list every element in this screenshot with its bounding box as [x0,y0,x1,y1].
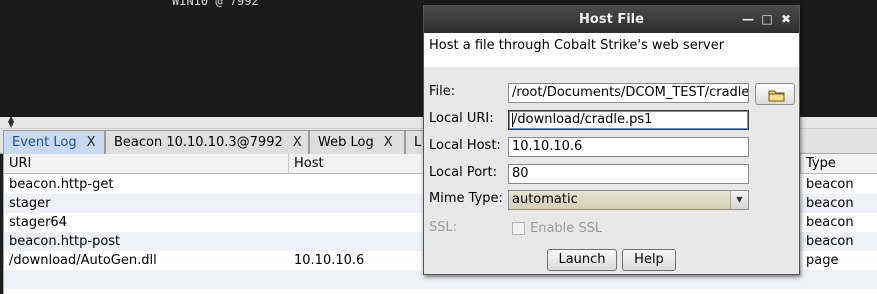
mime-type-value: automatic [512,192,578,207]
local-port-field[interactable]: 80 [508,164,749,184]
cobalt-strike-window: WIN10 @ 7992 ▲ ▼ Event Log X Beacon 10.10… [0,0,877,294]
ssl-label: SSL: [429,220,458,235]
console-text: WIN10 @ 7992 [172,0,259,8]
cell-uri: stager64 [9,215,67,230]
launch-button[interactable]: Launch [547,249,617,271]
enable-ssl-option: Enable SSL [512,219,602,237]
tab-label: Event Log [12,135,77,150]
host-file-dialog: Host File — □ ✖ Host a file through Coba… [423,5,800,275]
tab-web-log[interactable]: Web Log X [309,130,405,154]
cell-type: beacon [806,234,854,249]
column-header-uri[interactable]: URI [4,154,289,174]
local-uri-value: /download/cradle.ps1 [513,112,653,127]
cell-type: beacon [806,177,854,192]
cell-uri: stager [9,196,51,211]
cell-uri: /download/AutoGen.dll [9,253,157,268]
maximize-icon[interactable]: □ [759,10,775,28]
mime-type-select[interactable]: automatic ▼ [508,190,749,210]
local-host-label: Local Host: [429,138,501,153]
minimize-icon[interactable]: — [740,10,756,28]
dialog-title: Host File [579,12,644,27]
tab-close-icon[interactable]: X [87,135,96,150]
tab-label: Web Log [318,135,374,150]
file-label: File: [429,84,456,99]
local-port-label: Local Port: [429,165,497,180]
cell-type: beacon [806,215,854,230]
local-host-field[interactable]: 10.10.10.6 [508,137,749,157]
mime-type-label: Mime Type: [429,191,503,206]
folder-icon [768,90,785,102]
cell-type: page [806,253,839,268]
tab-event-log[interactable]: Event Log X [3,130,105,154]
column-header-type[interactable]: Type [801,154,877,174]
tab-label: L [414,135,422,150]
file-path-field[interactable]: /root/Documents/DCOM_TEST/cradle [508,83,749,103]
splitter-arrows-icon[interactable]: ▲ ▼ [8,115,14,129]
cell-uri: beacon.http-post [9,234,121,249]
local-uri-field[interactable]: /download/cradle.ps1 [508,110,749,130]
cell-type: beacon [806,196,854,211]
close-icon[interactable]: ✖ [778,10,794,28]
enable-ssl-label: Enable SSL [530,220,603,236]
tab-label: Beacon 10.10.10.3@7992 [114,135,283,150]
browse-file-button[interactable] [755,83,795,105]
enable-ssl-checkbox [512,221,525,235]
tab-close-icon[interactable]: X [293,135,302,150]
chevron-down-icon[interactable]: ▼ [730,191,748,209]
tab-beacon[interactable]: Beacon 10.10.10.3@7992 X [105,130,309,154]
cell-uri: beacon.http-get [9,177,114,192]
local-uri-label: Local URI: [429,111,494,126]
dialog-description: Host a file through Cobalt Strike's web … [424,33,799,67]
help-button[interactable]: Help [622,249,676,271]
tab-close-icon[interactable]: X [384,135,393,150]
